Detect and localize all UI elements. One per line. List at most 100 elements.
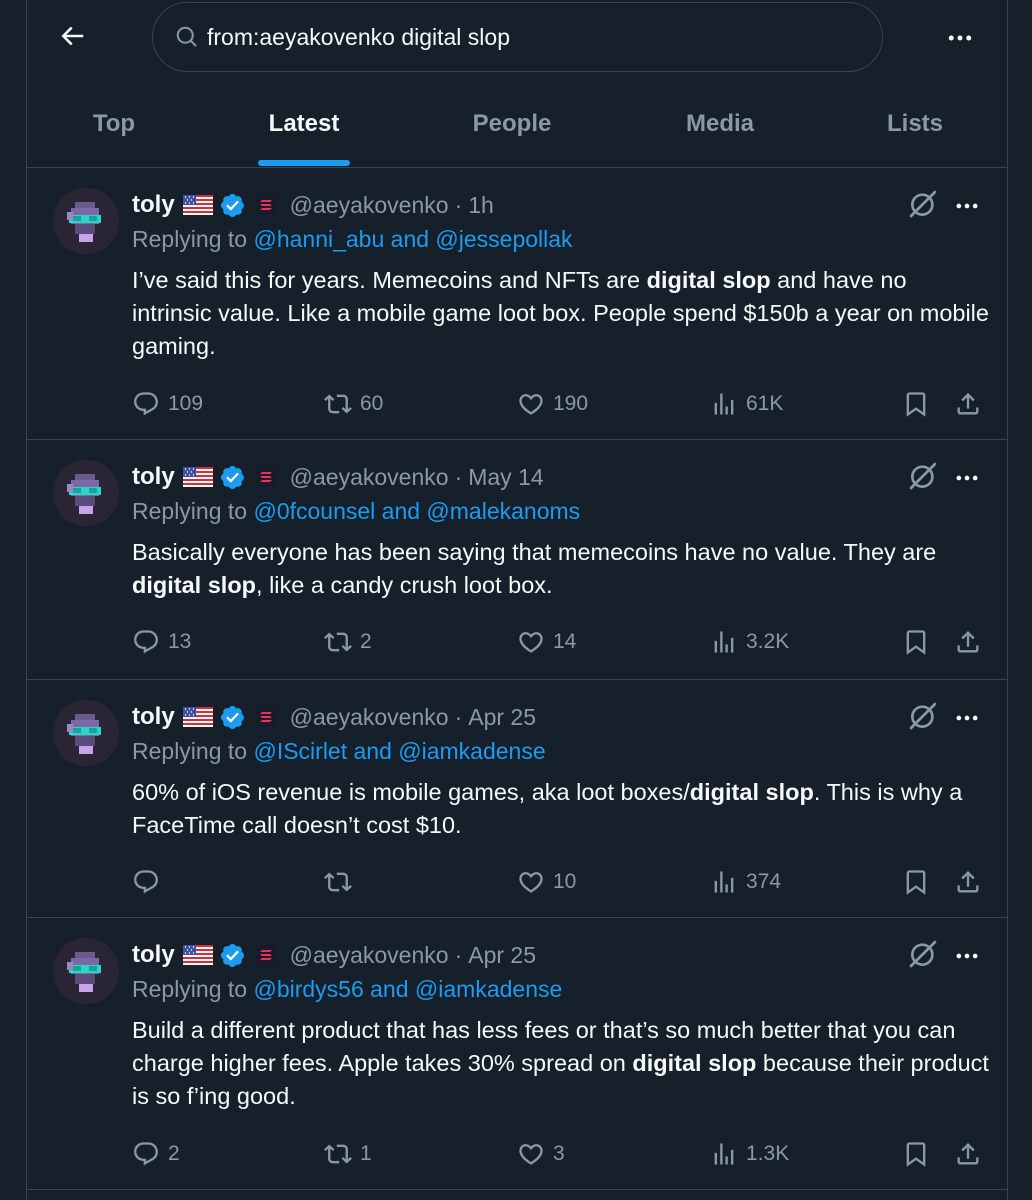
- replying-to-label: Replying to: [132, 498, 254, 524]
- more-dots-icon: [953, 192, 981, 220]
- solana-affiliate-icon[interactable]: [254, 464, 280, 490]
- repost-button[interactable]: 1: [324, 1134, 372, 1174]
- bookmark-button[interactable]: [902, 1134, 930, 1174]
- reply-button[interactable]: [132, 862, 168, 902]
- avatar[interactable]: [53, 938, 119, 1004]
- timestamp[interactable]: May 14: [468, 464, 543, 491]
- solana-affiliate-icon[interactable]: [254, 942, 280, 968]
- tab-media-label: Media: [685, 110, 754, 137]
- share-icon: [954, 390, 982, 418]
- like-button[interactable]: 190: [517, 384, 588, 424]
- solana-affiliate-icon[interactable]: [254, 704, 280, 730]
- tweet[interactable]: toly @aeyakovenko · 1h Replying to @hann…: [27, 168, 1007, 440]
- grok-icon[interactable]: [907, 700, 939, 732]
- tab-latest[interactable]: Latest: [249, 80, 359, 168]
- verified-badge-icon[interactable]: [219, 464, 246, 491]
- avatar[interactable]: [53, 188, 119, 254]
- repost-button[interactable]: 60: [324, 384, 383, 424]
- handle[interactable]: @aeyakovenko: [290, 704, 449, 731]
- timestamp[interactable]: Apr 25: [468, 704, 536, 731]
- like-icon: [517, 1140, 545, 1168]
- share-icon: [954, 1140, 982, 1168]
- display-name[interactable]: toly: [132, 941, 175, 969]
- like-count: 14: [553, 630, 577, 653]
- reply-button[interactable]: 2: [132, 1134, 180, 1174]
- share-icon: [954, 628, 982, 656]
- timestamp[interactable]: Apr 25: [468, 942, 536, 969]
- tab-people[interactable]: People: [457, 80, 567, 168]
- views-button[interactable]: 1.3K: [710, 1134, 789, 1174]
- more-dots-icon: [953, 464, 981, 492]
- avatar[interactable]: [53, 700, 119, 766]
- verified-badge-icon[interactable]: [219, 192, 246, 219]
- repost-count: 60: [360, 392, 384, 415]
- view-count: 1.3K: [746, 1142, 790, 1165]
- bookmark-icon: [902, 1140, 930, 1168]
- avatar[interactable]: [53, 460, 119, 526]
- replying-to-users[interactable]: @IScirlet and @iamkadense: [253, 738, 545, 764]
- verified-badge-icon[interactable]: [219, 942, 246, 969]
- tab-top[interactable]: Top: [67, 80, 161, 168]
- tweet[interactable]: toly @aeyakovenko · May 14 Replying to @…: [27, 440, 1007, 680]
- reply-icon: [132, 628, 160, 656]
- tweet-more-button[interactable]: [951, 462, 983, 494]
- handle[interactable]: @aeyakovenko: [290, 192, 449, 219]
- repost-button[interactable]: 2: [324, 622, 372, 662]
- reply-button[interactable]: 13: [132, 622, 191, 662]
- views-button[interactable]: 3.2K: [710, 622, 789, 662]
- tweet-header: toly @aeyakovenko · Apr 25: [132, 936, 536, 974]
- grok-icon[interactable]: [907, 460, 939, 492]
- tweet-actions: 109 60 190 61K: [132, 384, 992, 424]
- tweet-header: toly @aeyakovenko · May 14: [132, 458, 544, 496]
- share-button[interactable]: [954, 384, 982, 424]
- reply-button[interactable]: 109: [132, 384, 203, 424]
- views-button[interactable]: 374: [710, 862, 781, 902]
- bookmark-button[interactable]: [902, 862, 930, 902]
- timestamp[interactable]: 1h: [468, 192, 494, 219]
- tweet-text-part: Basically everyone has been saying that …: [132, 539, 937, 565]
- share-button[interactable]: [954, 622, 982, 662]
- replying-to-users[interactable]: @birdys56 and @iamkadense: [253, 976, 562, 1002]
- share-button[interactable]: [954, 1134, 982, 1174]
- view-count: 3.2K: [746, 630, 790, 653]
- reply-count: 109: [168, 392, 204, 415]
- solana-affiliate-icon[interactable]: [254, 192, 280, 218]
- more-options-button[interactable]: [938, 16, 982, 60]
- share-button[interactable]: [954, 862, 982, 902]
- tweet-more-button[interactable]: [951, 940, 983, 972]
- grok-icon[interactable]: [907, 188, 939, 220]
- tweet-more-button[interactable]: [951, 702, 983, 734]
- views-button[interactable]: 61K: [710, 384, 783, 424]
- replying-to-users[interactable]: @0fcounsel and @malekanoms: [253, 498, 580, 524]
- like-count: 190: [553, 392, 589, 415]
- tab-media[interactable]: Media: [667, 80, 773, 168]
- bookmark-button[interactable]: [902, 622, 930, 662]
- repost-count: 1: [360, 1142, 372, 1165]
- tab-lists[interactable]: Lists: [875, 80, 955, 168]
- replying-to-users[interactable]: @hanni_abu and @jessepollak: [253, 226, 572, 252]
- tweet-text: Build a different product that has less …: [132, 1014, 992, 1113]
- display-name[interactable]: toly: [132, 703, 175, 731]
- handle[interactable]: @aeyakovenko: [290, 464, 449, 491]
- like-button[interactable]: 3: [517, 1134, 565, 1174]
- bookmark-button[interactable]: [902, 384, 930, 424]
- search-input[interactable]: from:aeyakovenko digital slop: [152, 2, 883, 72]
- display-name[interactable]: toly: [132, 463, 175, 491]
- share-icon: [954, 868, 982, 896]
- verified-badge-icon[interactable]: [219, 704, 246, 731]
- bookmark-icon: [902, 868, 930, 896]
- tweet[interactable]: toly @aeyakovenko · Apr 25 Replying to @…: [27, 918, 1007, 1190]
- tweet[interactable]: toly @aeyakovenko · Apr 25 Replying to @…: [27, 680, 1007, 918]
- handle[interactable]: @aeyakovenko: [290, 942, 449, 969]
- separator-dot: ·: [454, 463, 463, 490]
- back-button[interactable]: [50, 14, 94, 58]
- active-tab-indicator: [258, 160, 350, 166]
- repost-button[interactable]: [324, 862, 360, 902]
- tweet-more-button[interactable]: [951, 190, 983, 222]
- like-button[interactable]: 10: [517, 862, 576, 902]
- reply-icon: [132, 1140, 160, 1168]
- display-name[interactable]: toly: [132, 191, 175, 219]
- grok-icon[interactable]: [907, 938, 939, 970]
- views-icon: [710, 1140, 738, 1168]
- like-button[interactable]: 14: [517, 622, 576, 662]
